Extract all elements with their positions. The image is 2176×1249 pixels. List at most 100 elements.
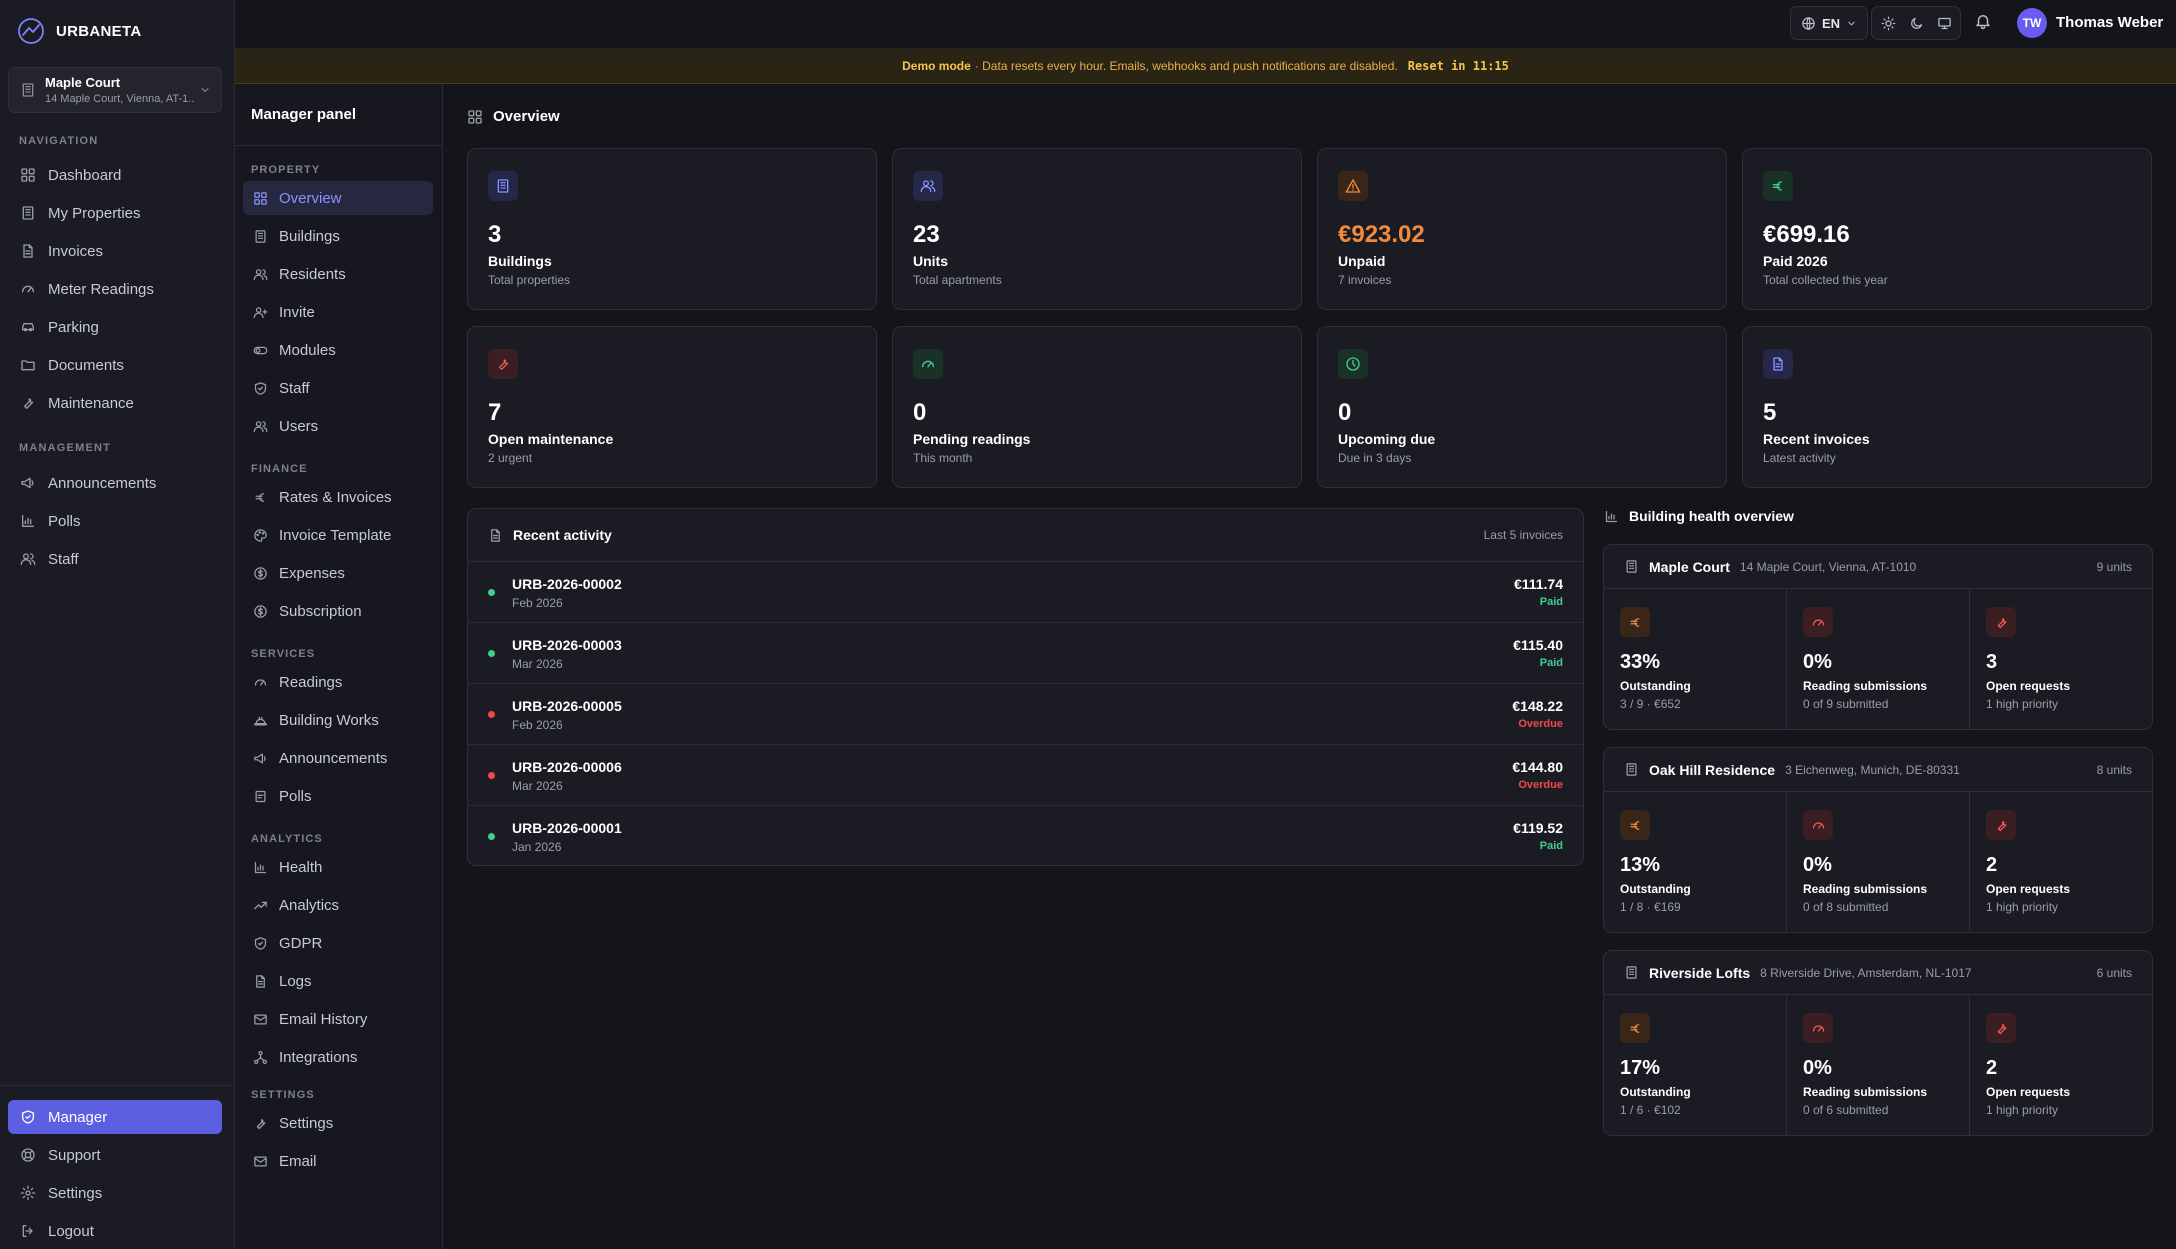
sidebar-item-maintenance[interactable]: Maintenance (8, 386, 222, 420)
manager-item-expenses[interactable]: Expenses (243, 556, 433, 590)
manager-section-analytics: ANALYTICS (251, 833, 323, 845)
manager-item-subscription[interactable]: Subscription (243, 594, 433, 628)
building-metric-reading-submissions: 0% Reading submissions 0 of 8 submitted (1787, 792, 1970, 932)
invoice-date: Mar 2026 (512, 779, 563, 793)
sidebar-item-label: Meter Readings (48, 280, 154, 298)
manager-item-invoice-template[interactable]: Invoice Template (243, 518, 433, 552)
manager-item-gdpr[interactable]: GDPR (243, 926, 433, 960)
file-text-icon (20, 243, 36, 259)
sidebar-item-parking[interactable]: Parking (8, 310, 222, 344)
metric-value: 2 (1986, 1057, 1998, 1079)
manager-item-email[interactable]: Email (243, 1144, 433, 1178)
manager-item-building-works[interactable]: Building Works (243, 703, 433, 737)
sidebar-item-settings[interactable]: Settings (8, 1176, 222, 1210)
manager-item-label: Health (279, 858, 323, 876)
stat-card-recent-invoices[interactable]: 5 Recent invoices Latest activity (1742, 326, 2152, 488)
sidebar-item-staff[interactable]: Staff (8, 542, 222, 576)
system-theme-button[interactable] (1930, 9, 1958, 37)
manager-item-settings[interactable]: Settings (243, 1106, 433, 1140)
brand[interactable]: URBANETA (16, 16, 141, 46)
manager-item-label: Email (279, 1152, 317, 1170)
manager-item-readings[interactable]: Readings (243, 665, 433, 699)
stat-card-label: Unpaid (1338, 253, 1386, 269)
alert-triangle-icon (1345, 178, 1361, 194)
manager-item-invite[interactable]: Invite (243, 295, 433, 329)
chevron-down-icon (1846, 18, 1857, 29)
manager-item-integrations[interactable]: Integrations (243, 1040, 433, 1074)
manager-item-rates-and-invoices[interactable]: Rates & Invoices (243, 480, 433, 514)
sidebar-item-manager[interactable]: Manager (8, 1100, 222, 1134)
light-theme-button[interactable] (1874, 9, 1902, 37)
stat-card-value: €699.16 (1763, 221, 1850, 248)
manager-item-staff[interactable]: Staff (243, 371, 433, 405)
dark-theme-button[interactable] (1902, 9, 1930, 37)
property-selector[interactable]: Maple Court 14 Maple Court, Vienna, AT-1… (8, 67, 222, 113)
sidebar-item-announcements[interactable]: Announcements (8, 466, 222, 500)
activity-row[interactable]: URB-2026-00001 Jan 2026 €119.52 Paid (468, 806, 1583, 867)
sidebar-item-dashboard[interactable]: Dashboard (8, 158, 222, 192)
activity-row[interactable]: URB-2026-00002 Feb 2026 €111.74 Paid (468, 562, 1583, 623)
building-icon (1624, 559, 1639, 574)
building-health-card[interactable]: Riverside Lofts 8 Riverside Drive, Amster… (1603, 950, 2153, 1136)
invoice-date: Feb 2026 (512, 718, 563, 732)
manager-item-label: Staff (279, 379, 310, 397)
stat-card-units[interactable]: 23 Units Total apartments (892, 148, 1302, 310)
sidebar-item-logout[interactable]: Logout (8, 1214, 222, 1248)
stat-card-subtitle: 2 urgent (488, 451, 533, 465)
activity-row[interactable]: URB-2026-00005 Feb 2026 €148.22 Overdue (468, 684, 1583, 745)
property-selector-address: 14 Maple Court, Vienna, AT-1... (45, 93, 195, 105)
building-health-card[interactable]: Maple Court 14 Maple Court, Vienna, AT-10… (1603, 544, 2153, 730)
activity-row[interactable]: URB-2026-00003 Mar 2026 €115.40 Paid (468, 623, 1583, 684)
manager-item-health[interactable]: Health (243, 850, 433, 884)
sidebar-item-invoices[interactable]: Invoices (8, 234, 222, 268)
bell-icon[interactable] (1974, 12, 1992, 30)
stat-card-label: Upcoming due (1338, 431, 1436, 447)
manager-section-services: SERVICES (251, 648, 316, 660)
manager-item-analytics[interactable]: Analytics (243, 888, 433, 922)
bar-chart-icon (1604, 509, 1619, 524)
sidebar-item-support[interactable]: Support (8, 1138, 222, 1172)
activity-row[interactable]: URB-2026-00006 Mar 2026 €144.80 Overdue (468, 745, 1583, 806)
manager-item-logs[interactable]: Logs (243, 964, 433, 998)
language-selector[interactable]: EN (1790, 6, 1869, 40)
manager-item-users[interactable]: Users (243, 409, 433, 443)
stat-card-unpaid[interactable]: €923.02 Unpaid 7 invoices (1317, 148, 1727, 310)
sidebar-item-polls[interactable]: Polls (8, 504, 222, 538)
manager-panel: Manager panel PROPERTY Overview Buildings R… (235, 84, 443, 1249)
metric-label: Reading submissions (1803, 1085, 1928, 1099)
sidebar-item-label: Dashboard (48, 166, 122, 184)
metric-value: 2 (1986, 854, 1998, 876)
manager-item-email-history[interactable]: Email History (243, 1002, 433, 1036)
avatar[interactable]: TW (2017, 8, 2047, 38)
manager-item-polls[interactable]: Polls (243, 779, 433, 813)
stat-card-pending-readings[interactable]: 0 Pending readings This month (892, 326, 1302, 488)
manager-item-residents[interactable]: Residents (243, 257, 433, 291)
manager-item-buildings[interactable]: Buildings (243, 219, 433, 253)
user-name[interactable]: Thomas Weber (2056, 14, 2163, 31)
stat-card-value: 5 (1763, 399, 1777, 426)
invoice-amount: €111.74 (1513, 576, 1563, 592)
invoice-number: URB-2026-00006 (512, 759, 622, 775)
sidebar-item-label: Manager (48, 1108, 108, 1126)
manager-section-settings: SETTINGS (251, 1089, 315, 1101)
logout-icon (20, 1223, 36, 1239)
stat-card-paid-2026[interactable]: €699.16 Paid 2026 Total collected this yea… (1742, 148, 2152, 310)
stat-card-open-maintenance[interactable]: 7 Open maintenance 2 urgent (467, 326, 877, 488)
stat-card-buildings[interactable]: 3 Buildings Total properties (467, 148, 877, 310)
demo-banner: Demo mode · Data resets every hour. Emai… (235, 49, 2176, 84)
sidebar-item-documents[interactable]: Documents (8, 348, 222, 382)
stat-card-upcoming-due[interactable]: 0 Upcoming due Due in 3 days (1317, 326, 1727, 488)
manager-item-announcements[interactable]: Announcements (243, 741, 433, 775)
building-address: 14 Maple Court, Vienna, AT-1010 (1739, 559, 1917, 574)
sidebar-item-my-properties[interactable]: My Properties (8, 196, 222, 230)
manager-item-modules[interactable]: Modules (243, 333, 433, 367)
stat-card-label: Open maintenance (488, 431, 614, 447)
manager-item-overview[interactable]: Overview (243, 181, 433, 215)
metric-icon-box (1803, 810, 1833, 840)
stat-card-icon-box (488, 349, 518, 379)
building-icon (20, 82, 36, 98)
building-health-card[interactable]: Oak Hill Residence 3 Eichenweg, Munich, D… (1603, 747, 2153, 933)
top-bar: EN TW Thomas Weber (235, 0, 2176, 49)
stat-card-subtitle: Latest activity (1763, 451, 1836, 465)
sidebar-item-meter-readings[interactable]: Meter Readings (8, 272, 222, 306)
